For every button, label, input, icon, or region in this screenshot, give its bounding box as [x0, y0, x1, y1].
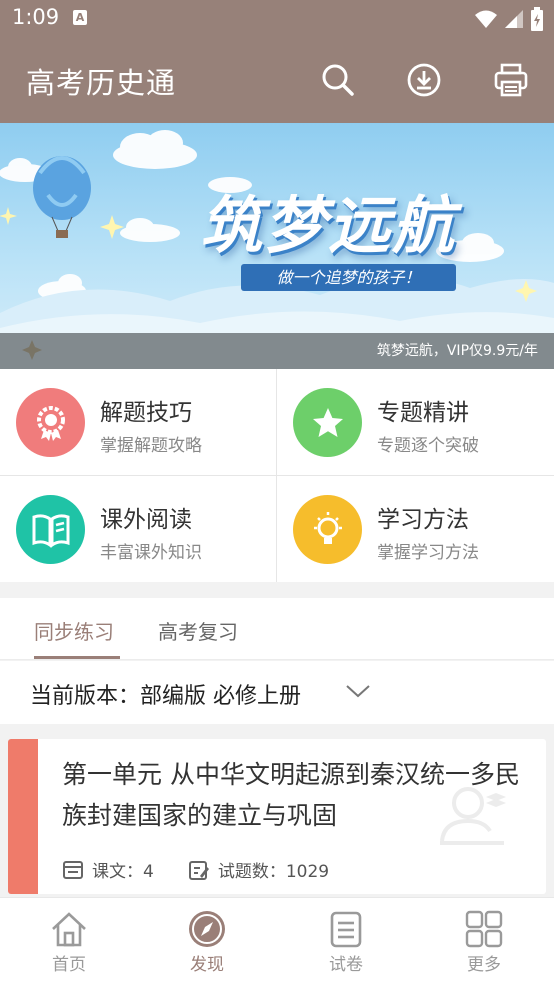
feature-grid: 解题技巧 掌握解题攻略 专题精讲 专题逐个突破 课外阅读 丰富课外知识 学习方法…: [0, 369, 554, 582]
nav-discover[interactable]: 发现: [138, 898, 276, 984]
practice-tabs: 同步练习 高考复习: [0, 598, 554, 660]
star-icon: [293, 388, 362, 457]
feature-study-methods[interactable]: 学习方法 掌握学习方法: [277, 476, 553, 582]
question-count: 试题数：1029: [217, 862, 330, 882]
tab-sync-practice[interactable]: 同步练习: [34, 616, 114, 645]
feature-topic-lectures[interactable]: 专题精讲 专题逐个突破: [277, 369, 553, 475]
signal-icon: [505, 10, 523, 28]
chevron-down-icon: [346, 685, 370, 698]
compass-icon: [188, 910, 226, 948]
feature-title: 专题精讲: [377, 400, 469, 426]
paper-icon: [327, 910, 365, 948]
nav-more[interactable]: 更多: [415, 898, 553, 984]
status-time: 1:09: [12, 5, 60, 29]
book-icon: [16, 495, 85, 564]
unit-card[interactable]: 第一单元 从中华文明起源到秦汉统一多民族封建国家的建立与巩固 课文：4 试题数：…: [8, 739, 546, 894]
user-book-watermark-icon: [440, 787, 506, 845]
home-icon: [50, 910, 88, 948]
bottom-nav: 首页 发现 试卷 更多: [0, 897, 554, 984]
status-icons: [474, 6, 544, 32]
banner-caption-bar: 筑梦远航，VIP仅9.9元/年: [0, 333, 554, 369]
nav-label: 试卷: [329, 955, 363, 975]
print-icon[interactable]: [489, 58, 533, 102]
wifi-icon: [475, 10, 497, 28]
feature-solving-tips[interactable]: 解题技巧 掌握解题攻略: [0, 369, 276, 475]
app-title: 高考历史通: [26, 66, 177, 100]
nav-papers[interactable]: 试卷: [277, 898, 415, 984]
feature-subtitle: 掌握学习方法: [377, 543, 479, 563]
download-icon[interactable]: [402, 58, 446, 102]
edit-icon: [188, 860, 209, 880]
version-selector[interactable]: 当前版本：部编版 必修上册: [0, 661, 554, 724]
banner-title: 筑梦远航: [200, 189, 457, 262]
nav-label: 首页: [52, 955, 86, 975]
feature-title: 学习方法: [377, 507, 469, 533]
tab-active-indicator: [34, 656, 120, 659]
feature-subtitle: 掌握解题攻略: [100, 436, 202, 456]
banner-caption: 筑梦远航，VIP仅9.9元/年: [376, 343, 538, 359]
lightbulb-icon: [293, 495, 362, 564]
award-icon: [16, 388, 85, 457]
version-label: 当前版本：部编版 必修上册: [30, 684, 301, 709]
status-bar: 1:09 A: [0, 0, 554, 38]
lesson-icon: [63, 860, 83, 879]
grid-icon: [465, 910, 503, 948]
grid-divider-horizontal: [0, 475, 554, 476]
promo-banner[interactable]: 筑梦远航 做一个追梦的孩子！ 筑梦远航，VIP仅9.9元/年: [0, 123, 554, 369]
tab-exam-review[interactable]: 高考复习: [158, 616, 238, 645]
feature-subtitle: 专题逐个突破: [377, 436, 479, 456]
nav-home[interactable]: 首页: [0, 898, 138, 984]
unit-card-accent: [8, 739, 38, 894]
nav-label: 发现: [190, 955, 224, 975]
banner-subtitle: 做一个追梦的孩子！: [241, 264, 456, 291]
feature-extra-reading[interactable]: 课外阅读 丰富课外知识: [0, 476, 276, 582]
text-a-icon: A: [73, 10, 87, 25]
battery-icon: [531, 7, 543, 31]
unit-meta: 课文：4 试题数：1029: [62, 857, 329, 882]
app-bar: 高考历史通: [0, 38, 554, 123]
feature-title: 解题技巧: [100, 400, 192, 426]
search-icon[interactable]: [316, 58, 360, 102]
feature-title: 课外阅读: [100, 507, 192, 533]
feature-subtitle: 丰富课外知识: [100, 543, 202, 563]
nav-label: 更多: [467, 955, 501, 975]
lesson-count: 课文：4: [92, 862, 154, 882]
